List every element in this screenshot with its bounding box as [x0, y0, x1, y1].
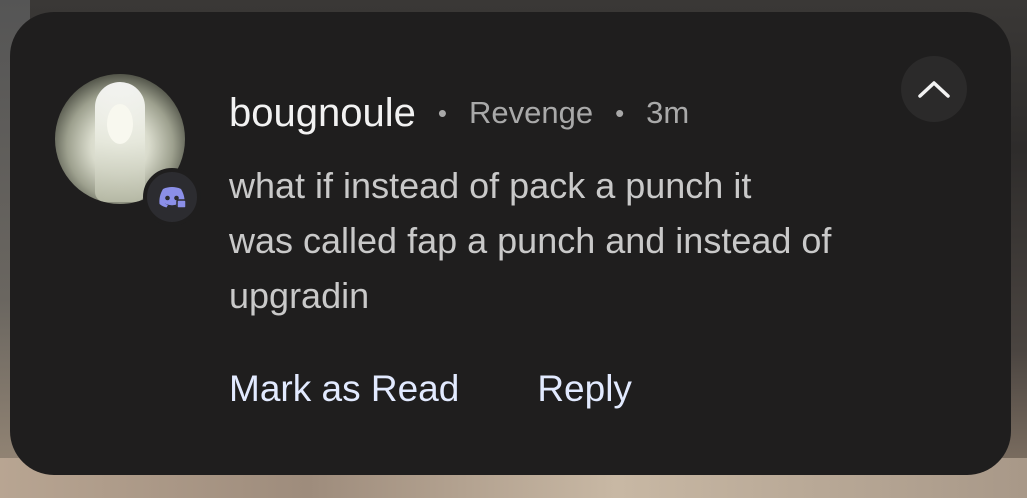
mark-as-read-button[interactable]: Mark as Read	[229, 368, 459, 410]
message-line: was called fap a punch and instead of	[229, 220, 832, 261]
reply-button[interactable]: Reply	[537, 368, 632, 410]
avatar-face	[107, 104, 133, 144]
sender-name: bougnoule	[229, 90, 416, 135]
separator-dot: •	[615, 97, 625, 128]
discord-icon	[159, 187, 187, 209]
chevron-up-icon	[918, 81, 950, 98]
notification-actions: Mark as Read Reply	[229, 368, 632, 410]
timestamp: 3m	[646, 95, 690, 130]
message-line: what if instead of pack a punch it	[229, 165, 752, 206]
avatar-container	[55, 74, 201, 226]
server-name: Revenge	[468, 95, 594, 130]
message-body: what if instead of pack a punch it was c…	[229, 158, 929, 323]
message-line: upgradin	[229, 275, 370, 316]
separator-dot: •	[437, 97, 447, 128]
collapse-button[interactable]	[901, 56, 967, 122]
notification-header: bougnoule • Revenge • 3m	[229, 88, 689, 138]
notification-card[interactable]: bougnoule • Revenge • 3m what if instead…	[10, 12, 1011, 475]
discord-badge	[143, 168, 201, 226]
